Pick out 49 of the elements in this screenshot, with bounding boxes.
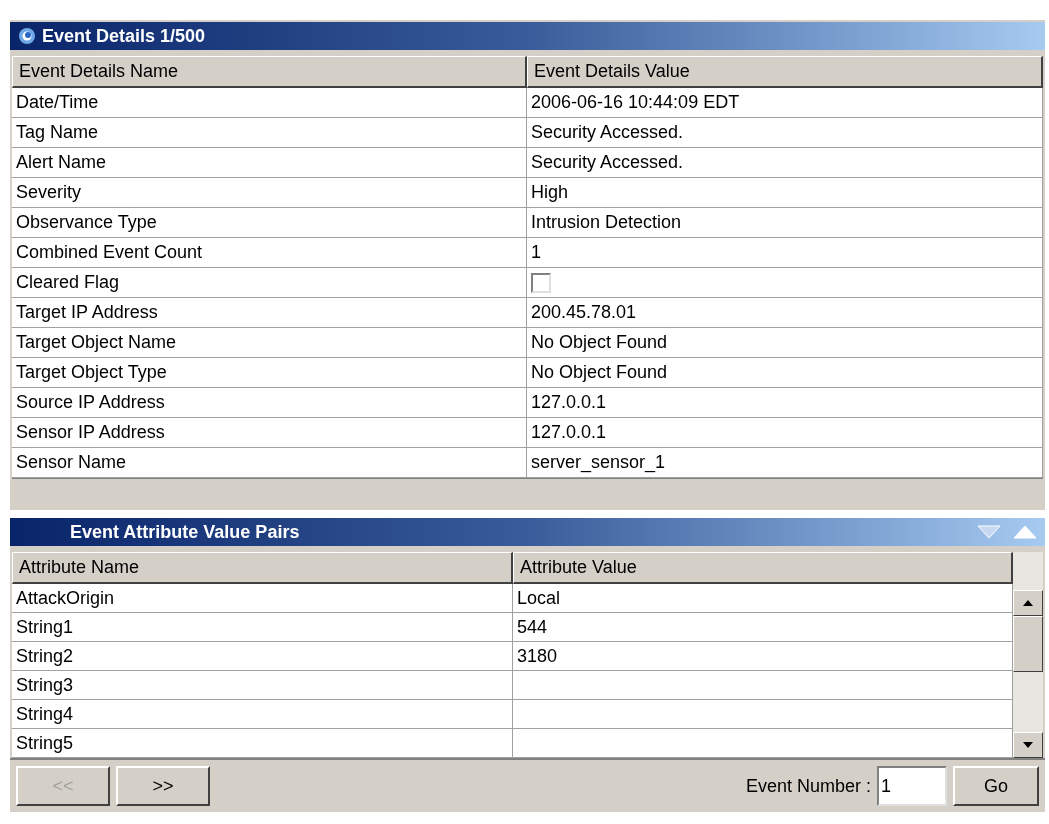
event-number-field[interactable]: 1 bbox=[877, 766, 947, 806]
scrollbar[interactable] bbox=[1013, 552, 1043, 758]
next-button[interactable]: >> bbox=[116, 766, 210, 806]
table-cell: Intrusion Detection bbox=[527, 208, 1043, 238]
column-header[interactable]: Event Details Name bbox=[12, 56, 527, 88]
table-cell: 200.45.78.01 bbox=[527, 298, 1043, 328]
table-cell: String3 bbox=[12, 671, 513, 700]
table-cell: No Object Found bbox=[527, 358, 1043, 388]
table-cell: Security Accessed. bbox=[527, 148, 1043, 178]
table-cell: 3180 bbox=[513, 642, 1013, 671]
column-header[interactable]: Attribute Value bbox=[513, 552, 1013, 584]
table-cell: 1 bbox=[527, 238, 1043, 268]
down-arrow-icon bbox=[1023, 742, 1033, 748]
table-cell: Cleared Flag bbox=[12, 268, 527, 298]
table-cell: High bbox=[527, 178, 1043, 208]
table-cell: String1 bbox=[12, 613, 513, 642]
table-cell: No Object Found bbox=[527, 328, 1043, 358]
globe-icon bbox=[18, 27, 36, 45]
scroll-up-button[interactable] bbox=[1013, 590, 1043, 616]
table-cell: Security Accessed. bbox=[527, 118, 1043, 148]
table-cell: Target IP Address bbox=[12, 298, 527, 328]
table-cell: Severity bbox=[12, 178, 527, 208]
table-cell: Target Object Name bbox=[12, 328, 527, 358]
table-cell: Source IP Address bbox=[12, 388, 527, 418]
table-cell: Alert Name bbox=[12, 148, 527, 178]
table-cell: 544 bbox=[513, 613, 1013, 642]
column-header[interactable]: Attribute Name bbox=[12, 552, 513, 584]
table-cell: 2006-06-16 10:44:09 EDT bbox=[527, 88, 1043, 118]
table-cell: Combined Event Count bbox=[12, 238, 527, 268]
table-cell: AttackOrigin bbox=[12, 584, 513, 613]
panel-title: Event Details 1/500 bbox=[42, 24, 206, 48]
table-cell: 127.0.0.1 bbox=[527, 388, 1043, 418]
scroll-thumb[interactable] bbox=[1013, 616, 1043, 672]
table-cell: Target Object Type bbox=[12, 358, 527, 388]
scroll-down-button[interactable] bbox=[1013, 732, 1043, 758]
go-button[interactable]: Go bbox=[953, 766, 1039, 806]
table-cell: String2 bbox=[12, 642, 513, 671]
column-header[interactable]: Event Details Value bbox=[527, 56, 1043, 88]
cleared-checkbox[interactable] bbox=[531, 272, 551, 293]
table-cell: Observance Type bbox=[12, 208, 527, 238]
up-arrow-icon bbox=[1023, 600, 1033, 606]
table-cell: Local bbox=[513, 584, 1013, 613]
table-cell: 127.0.0.1 bbox=[527, 418, 1043, 448]
table-cell: String4 bbox=[12, 700, 513, 729]
table-cell: Date/Time bbox=[12, 88, 527, 118]
table-cell: Sensor IP Address bbox=[12, 418, 527, 448]
event-number-label: Event Number : bbox=[745, 774, 871, 798]
panel-title: Event Attribute Value Pairs bbox=[70, 520, 300, 544]
table-cell: Tag Name bbox=[12, 118, 527, 148]
